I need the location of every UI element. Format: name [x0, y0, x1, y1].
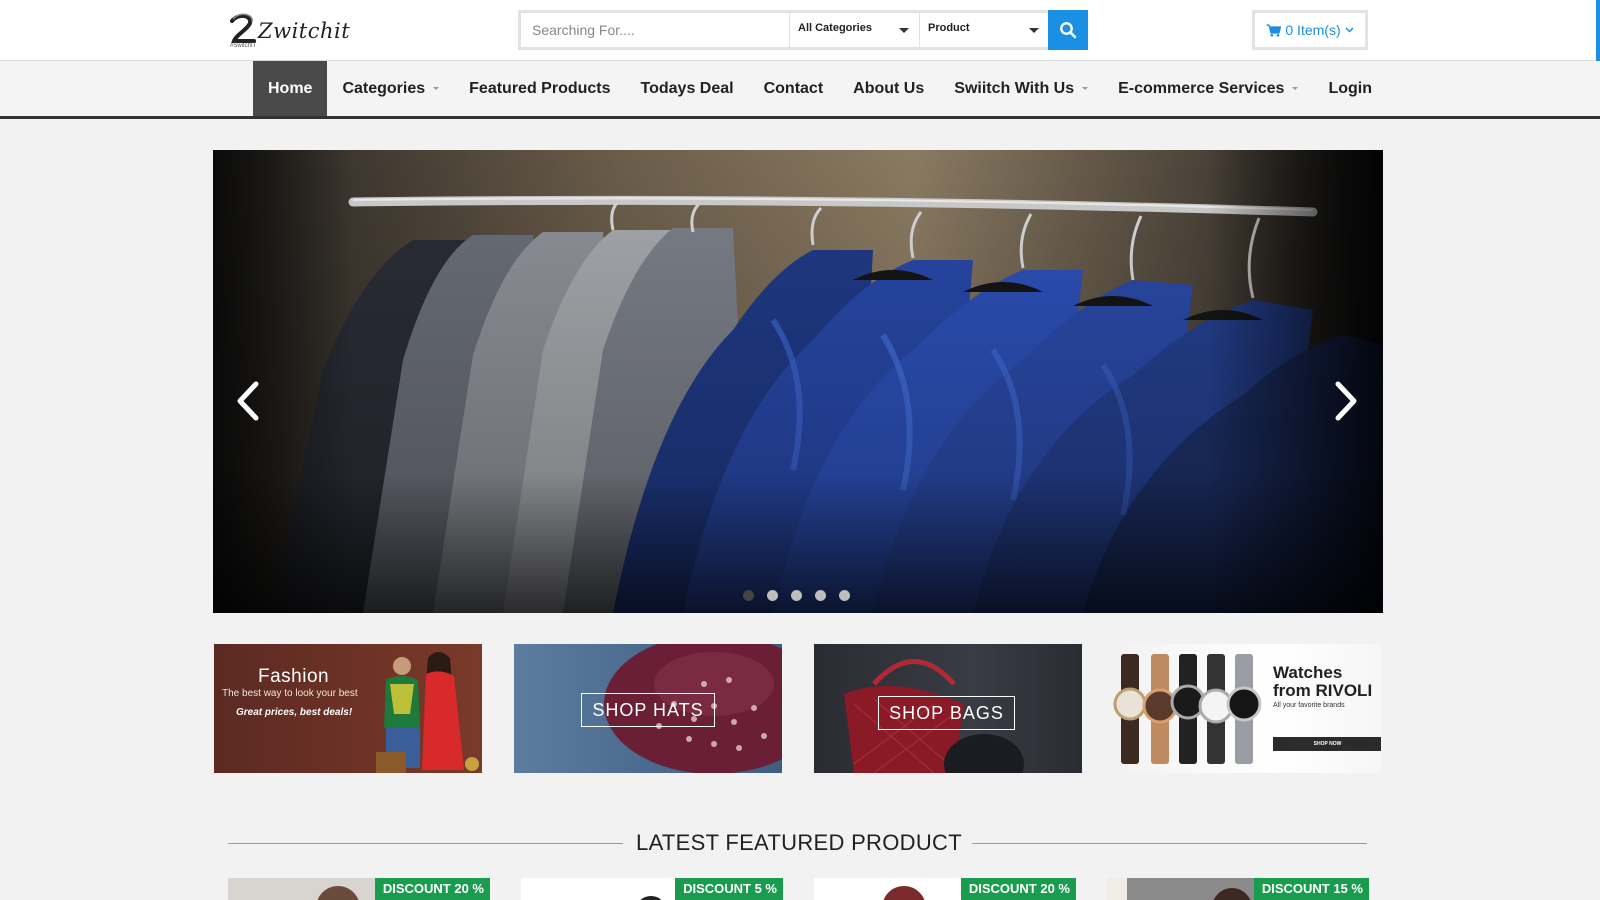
promo-watches[interactable]: Watches from RIVOLI All your favorite br…: [1113, 644, 1381, 773]
promo-hats[interactable]: SHOP HATS: [514, 644, 782, 773]
discount-badge: DISCOUNT 20 %: [374, 878, 490, 900]
nav-item-label: Categories: [342, 79, 426, 97]
latest-featured-heading: LATEST FEATURED PRODUCT: [636, 830, 962, 855]
nav-item-todays-deal[interactable]: Todays Deal: [626, 61, 749, 116]
chevron-down-icon: [1029, 28, 1039, 33]
shop-now-label: SHOP NOW: [1313, 741, 1342, 747]
promo-bags[interactable]: SHOP BAGS: [814, 644, 1082, 773]
carousel-dot[interactable]: [791, 590, 802, 601]
product-card[interactable]: DISCOUNT 20 %: [228, 878, 490, 900]
caret-down-icon: [1082, 87, 1089, 90]
promo-fashion-tagline: Great prices, best deals!: [236, 707, 353, 718]
nav-item-label: E-commerce Services: [1118, 79, 1285, 97]
section-divider-right: [972, 843, 1367, 844]
search-bar: All Categories Product: [518, 10, 1088, 50]
shop-now-button[interactable]: SHOP NOW: [1273, 737, 1381, 751]
main-nav: Home Categories Featured Products Todays…: [0, 61, 1600, 119]
carousel-dot[interactable]: [767, 590, 778, 601]
nav-item-about-us[interactable]: About Us: [838, 61, 939, 116]
nav-list: Home Categories Featured Products Todays…: [253, 61, 1387, 116]
nav-item-home[interactable]: Home: [253, 61, 328, 116]
product-card[interactable]: DISCOUNT 20 %: [814, 878, 1076, 900]
cart-count: 0 Item(s): [1285, 22, 1341, 38]
chevron-right-icon: [1335, 381, 1357, 421]
carousel-dot[interactable]: [743, 590, 754, 601]
shop-hats-button[interactable]: SHOP HATS: [581, 693, 715, 727]
site-logo[interactable]: Zwitchit #SwitchIT: [228, 9, 350, 53]
caret-down-icon: [1292, 87, 1299, 90]
promo-watches-subtitle: All your favorite brands: [1273, 702, 1345, 709]
search-input[interactable]: [521, 13, 789, 47]
nav-item-categories[interactable]: Categories: [327, 61, 454, 116]
chevron-down-icon: [899, 28, 909, 33]
hero-slide-image: [213, 150, 1383, 613]
discount-badge: DISCOUNT 5 %: [675, 878, 783, 900]
nav-item-label: Todays Deal: [640, 79, 734, 97]
top-header: Zwitchit #SwitchIT All Categories Produc…: [0, 0, 1600, 61]
shop-hats-label: SHOP HATS: [592, 699, 704, 720]
logo-wordmark: Zwitchit: [258, 19, 351, 43]
discount-badge: DISCOUNT 20 %: [960, 878, 1076, 900]
shop-bags-button[interactable]: SHOP BAGS: [878, 696, 1015, 730]
carousel-dot[interactable]: [815, 590, 826, 601]
nav-item-label: About Us: [853, 79, 925, 97]
shop-bags-label: SHOP BAGS: [889, 702, 1004, 723]
nav-item-label: Contact: [763, 79, 824, 97]
search-type-select[interactable]: Product: [919, 13, 1049, 47]
carousel-next-button[interactable]: [1326, 378, 1366, 424]
product-card[interactable]: DISCOUNT 15 %: [1107, 878, 1369, 900]
shopping-cart-icon: [1266, 23, 1282, 37]
hero-carousel[interactable]: [213, 150, 1383, 613]
promo-fashion-subtitle: The best way to look your best: [222, 688, 358, 699]
promo-fashion[interactable]: Fashion The best way to look your best G…: [214, 644, 482, 773]
watches-image: [1113, 654, 1262, 764]
nav-item-contact[interactable]: Contact: [749, 61, 839, 116]
nav-item-label: Swiitch With Us: [954, 79, 1075, 97]
section-divider-left: [228, 843, 623, 844]
carousel-dot[interactable]: [839, 590, 850, 601]
logo-tagline: #SwitchIT: [230, 43, 257, 49]
product-card[interactable]: DISCOUNT 5 %: [521, 878, 783, 900]
nav-item-swiitch-with-us[interactable]: Swiitch With Us: [939, 61, 1103, 116]
category-select[interactable]: All Categories: [789, 13, 919, 47]
nav-item-featured-products[interactable]: Featured Products: [454, 61, 625, 116]
nav-item-ecommerce-services[interactable]: E-commerce Services: [1103, 61, 1313, 116]
nav-item-label: Featured Products: [469, 79, 611, 97]
category-select-value: All Categories: [798, 22, 872, 34]
nav-item-label: Login: [1328, 79, 1372, 97]
discount-badge: DISCOUNT 15 %: [1253, 878, 1369, 900]
nav-item-label: Home: [268, 79, 313, 97]
caret-down-icon: [433, 87, 440, 90]
cart-button[interactable]: 0 Item(s): [1252, 10, 1368, 50]
search-type-value: Product: [928, 22, 970, 34]
promo-watches-title: Watches from RIVOLI: [1273, 663, 1373, 700]
search-icon: [1060, 22, 1077, 39]
search-button[interactable]: [1048, 10, 1088, 50]
carousel-prev-button[interactable]: [228, 378, 268, 424]
carousel-indicators: [743, 590, 850, 601]
chevron-left-icon: [237, 381, 259, 421]
nav-item-login[interactable]: Login: [1313, 61, 1387, 116]
chevron-down-icon: [1345, 27, 1354, 33]
promo-fashion-title: Fashion: [258, 666, 330, 687]
